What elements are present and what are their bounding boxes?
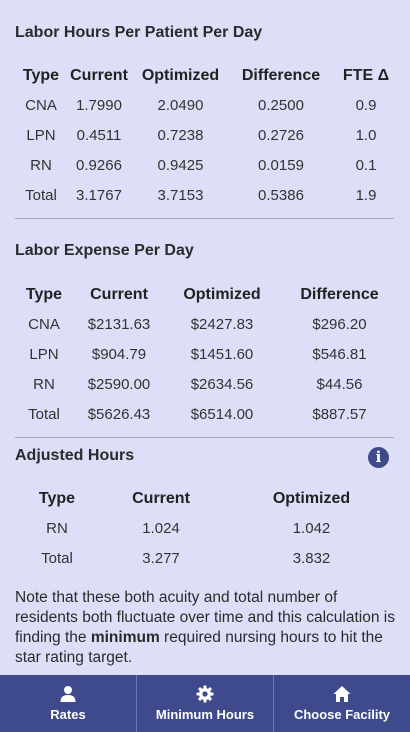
cell-fte: 0.1 bbox=[355, 156, 377, 174]
table-row: Total $5626.43 $6514.00 $887.57 bbox=[15, 399, 400, 429]
section-divider bbox=[15, 218, 394, 219]
cell-type: RN bbox=[46, 519, 68, 537]
cell-type: Total bbox=[25, 186, 57, 204]
cell-type: Total bbox=[41, 549, 73, 567]
cell-type: RN bbox=[30, 156, 52, 174]
table-row: Total 3.1767 3.7153 0.5386 1.9 bbox=[15, 180, 400, 210]
person-icon bbox=[60, 686, 76, 702]
table-row: LPN 0.4511 0.7238 0.2726 1.0 bbox=[15, 120, 400, 150]
section-divider bbox=[15, 437, 394, 438]
column-header: Optimized bbox=[141, 67, 220, 84]
cell-difference: $546.81 bbox=[312, 345, 367, 363]
cell-current: 0.4511 bbox=[76, 126, 122, 144]
cell-optimized: 3.832 bbox=[292, 549, 331, 567]
column-header: Type bbox=[25, 286, 63, 303]
column-header: Type bbox=[38, 490, 76, 507]
adjusted-hours-table: Type Current Optimized RN 1.024 1.042 To… bbox=[15, 485, 400, 573]
cell-difference: $44.56 bbox=[316, 375, 363, 393]
cell-difference: $296.20 bbox=[312, 315, 367, 333]
labor-expense-table: Type Current Optimized Difference CNA $2… bbox=[15, 281, 400, 429]
cell-type: CNA bbox=[25, 96, 57, 114]
cell-optimized: 3.7153 bbox=[157, 186, 204, 204]
cell-fte: 1.0 bbox=[355, 126, 377, 144]
cell-optimized: $2427.83 bbox=[190, 315, 254, 333]
nav-label: Minimum Hours bbox=[155, 707, 255, 722]
table-header-row: Type Current Optimized Difference bbox=[15, 281, 400, 309]
cell-optimized: $6514.00 bbox=[190, 405, 254, 423]
bottom-navbar: Rates Minimum Hours Choose Facility bbox=[0, 675, 410, 732]
labor-expense-title: Labor Expense Per Day bbox=[15, 242, 194, 259]
cell-type: RN bbox=[33, 375, 55, 393]
table-row: CNA $2131.63 $2427.83 $296.20 bbox=[15, 309, 400, 339]
cell-difference: 0.0159 bbox=[258, 156, 304, 174]
info-icon[interactable]: i bbox=[368, 447, 389, 468]
nav-minimum-hours-button[interactable]: Minimum Hours bbox=[137, 675, 274, 732]
nav-label: Rates bbox=[50, 707, 86, 722]
column-header: Difference bbox=[300, 286, 379, 303]
nav-rates-button[interactable]: Rates bbox=[0, 675, 137, 732]
labor-hours-title: Labor Hours Per Patient Per Day bbox=[15, 24, 263, 41]
note-emphasis: minimum bbox=[90, 629, 160, 646]
cell-current: 0.9266 bbox=[76, 156, 122, 174]
cell-type: LPN bbox=[26, 126, 56, 144]
table-row: Total 3.277 3.832 bbox=[15, 543, 400, 573]
cell-current: $904.79 bbox=[91, 345, 147, 363]
column-header: Current bbox=[90, 286, 148, 303]
cell-difference: 0.5386 bbox=[258, 186, 304, 204]
table-header-row: Type Current Optimized bbox=[15, 485, 400, 513]
nav-choose-facility-button[interactable]: Choose Facility bbox=[274, 675, 410, 732]
cell-current: $5626.43 bbox=[87, 405, 151, 423]
table-row: RN 0.9266 0.9425 0.0159 0.1 bbox=[15, 150, 400, 180]
table-row: LPN $904.79 $1451.60 $546.81 bbox=[15, 339, 400, 369]
column-header: Difference bbox=[241, 67, 321, 84]
column-header: Type bbox=[22, 67, 60, 84]
column-header: Optimized bbox=[183, 286, 261, 303]
note-text: Note that these both acuity and total nu… bbox=[15, 588, 400, 668]
adjusted-hours-title: Adjusted Hours bbox=[15, 447, 135, 464]
cell-current: $2590.00 bbox=[87, 375, 151, 393]
labor-hours-table: Type Current Optimized Difference FTE Δ … bbox=[15, 62, 400, 210]
cell-type: CNA bbox=[28, 315, 60, 333]
table-row: CNA 1.7990 2.0490 0.2500 0.9 bbox=[15, 90, 400, 120]
cell-difference: $887.57 bbox=[312, 405, 367, 423]
cell-current: 3.1767 bbox=[76, 186, 122, 204]
gear-icon bbox=[196, 685, 214, 703]
cell-fte: 0.9 bbox=[355, 96, 377, 114]
cell-optimized: 0.7238 bbox=[157, 126, 204, 144]
cell-optimized: $2634.56 bbox=[190, 375, 254, 393]
cell-difference: 0.2500 bbox=[258, 96, 304, 114]
cell-current: 1.024 bbox=[142, 519, 180, 537]
cell-current: $2131.63 bbox=[87, 315, 151, 333]
cell-difference: 0.2726 bbox=[258, 126, 304, 144]
cell-optimized: 1.042 bbox=[292, 519, 331, 537]
column-header: Current bbox=[70, 67, 128, 84]
column-header: Optimized bbox=[272, 490, 351, 507]
table-row: RN $2590.00 $2634.56 $44.56 bbox=[15, 369, 400, 399]
cell-current: 3.277 bbox=[142, 549, 180, 567]
cell-fte: 1.9 bbox=[355, 186, 377, 204]
cell-current: 1.7990 bbox=[76, 96, 122, 114]
table-header-row: Type Current Optimized Difference FTE Δ bbox=[15, 62, 400, 90]
cell-optimized: 2.0490 bbox=[157, 96, 204, 114]
column-header: FTE Δ bbox=[342, 67, 390, 84]
cell-type: LPN bbox=[29, 345, 59, 363]
cell-optimized: $1451.60 bbox=[190, 345, 254, 363]
nav-label: Choose Facility bbox=[293, 707, 391, 722]
cell-type: Total bbox=[28, 405, 60, 423]
table-row: RN 1.024 1.042 bbox=[15, 513, 400, 543]
column-header: Current bbox=[132, 490, 190, 507]
home-icon bbox=[333, 686, 351, 702]
cell-optimized: 0.9425 bbox=[157, 156, 204, 174]
